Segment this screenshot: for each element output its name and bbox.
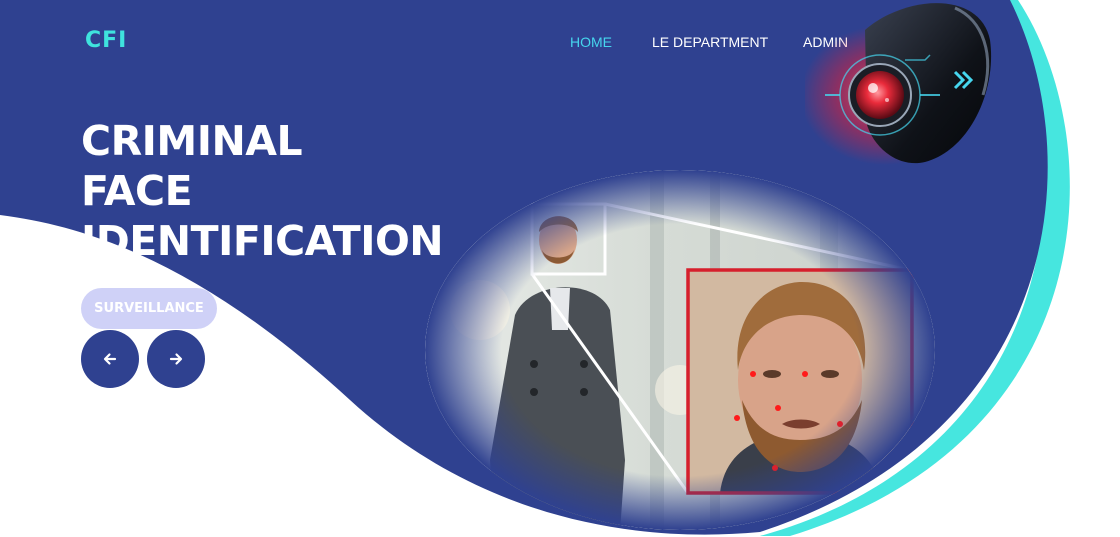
arrow-right-icon (169, 353, 183, 365)
next-slide-button[interactable] (147, 330, 205, 388)
arrow-left-icon (103, 353, 117, 365)
face-detection-illustration (425, 170, 935, 530)
prev-slide-button[interactable] (81, 330, 139, 388)
nav-le-department[interactable]: LE DEPARTMENT (652, 34, 768, 50)
hero-title-line-2: FACE (81, 167, 193, 215)
nav-home[interactable]: HOME (570, 34, 612, 50)
security-camera-illustration (805, 3, 992, 165)
hero-title: CRIMINAL FACE IDENTIFICATION (81, 116, 444, 266)
hero-title-line-1: CRIMINAL (81, 117, 303, 165)
surveillance-button[interactable]: SURVEILLANCE (81, 288, 217, 329)
hero-title-line-3: IDENTIFICATION (81, 217, 444, 265)
